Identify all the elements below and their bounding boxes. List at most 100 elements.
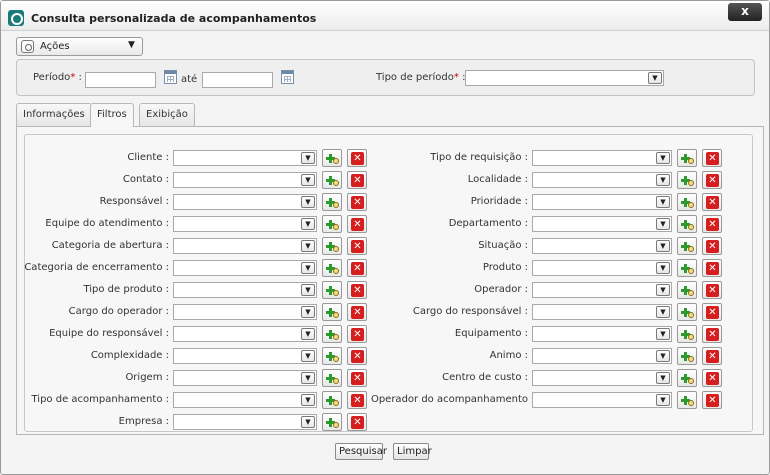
add-search-icon[interactable] [322, 369, 342, 387]
tab-exibicao[interactable]: Exibição [139, 103, 195, 126]
close-icon: ✕ [351, 350, 364, 363]
close-icon: ✕ [706, 152, 719, 165]
chevron-down-icon: ▼ [656, 262, 670, 274]
remove-x-icon[interactable]: ✕ [702, 259, 722, 277]
remove-x-icon[interactable]: ✕ [702, 237, 722, 255]
add-search-icon[interactable] [322, 215, 342, 233]
remove-x-icon[interactable]: ✕ [347, 237, 367, 255]
add-search-icon[interactable] [322, 413, 342, 431]
filter-right-0-label: Tipo de requisição : [430, 152, 528, 163]
add-search-icon[interactable] [677, 325, 697, 343]
filter-left-11-select[interactable]: ▼ [173, 392, 317, 408]
add-search-icon[interactable] [322, 149, 342, 167]
filter-left-8-select[interactable]: ▼ [173, 326, 317, 342]
add-search-icon[interactable] [677, 171, 697, 189]
add-search-icon[interactable] [677, 347, 697, 365]
chevron-down-icon: ▼ [301, 328, 315, 340]
calendar-icon[interactable] [164, 70, 177, 84]
filter-left-10-label: Origem : [125, 372, 169, 383]
add-search-icon[interactable] [677, 193, 697, 211]
add-search-icon[interactable] [322, 237, 342, 255]
actions-menu-button[interactable]: Ações ▼ [16, 37, 143, 56]
filter-left-2-select[interactable]: ▼ [173, 194, 317, 210]
remove-x-icon[interactable]: ✕ [702, 347, 722, 365]
add-search-icon[interactable] [677, 215, 697, 233]
filter-right-5-select[interactable]: ▼ [532, 260, 672, 276]
remove-x-icon[interactable]: ✕ [702, 391, 722, 409]
filter-right-1-select[interactable]: ▼ [532, 172, 672, 188]
filter-left-6-select[interactable]: ▼ [173, 282, 317, 298]
filter-left-7-select[interactable]: ▼ [173, 304, 317, 320]
add-search-icon[interactable] [322, 259, 342, 277]
magnifier-icon [688, 356, 694, 362]
filter-right-2-select[interactable]: ▼ [532, 194, 672, 210]
filter-right-4-select[interactable]: ▼ [532, 238, 672, 254]
add-search-icon[interactable] [322, 347, 342, 365]
remove-x-icon[interactable]: ✕ [347, 259, 367, 277]
close-icon: ✕ [706, 240, 719, 253]
add-search-icon[interactable] [322, 303, 342, 321]
remove-x-icon[interactable]: ✕ [347, 347, 367, 365]
tab-filtros[interactable]: Filtros [90, 103, 134, 127]
remove-x-icon[interactable]: ✕ [702, 303, 722, 321]
add-search-icon[interactable] [322, 193, 342, 211]
filter-left-2-label: Responsável : [99, 196, 169, 207]
tab-informacoes[interactable]: Informações [16, 103, 92, 126]
period-type-select[interactable]: ▼ [465, 70, 664, 86]
filter-left-9-label: Complexidade : [90, 350, 169, 361]
filter-right-6-select[interactable]: ▼ [532, 282, 672, 298]
calendar-icon[interactable] [281, 70, 294, 84]
filter-left-12-select[interactable]: ▼ [173, 414, 317, 430]
add-search-icon[interactable] [322, 325, 342, 343]
period-start-input[interactable] [85, 72, 156, 88]
clear-button[interactable]: Limpar [393, 443, 432, 460]
remove-x-icon[interactable]: ✕ [347, 413, 367, 431]
close-button[interactable]: x [728, 3, 762, 21]
add-search-icon[interactable] [322, 171, 342, 189]
filter-left-1-select[interactable]: ▼ [173, 172, 317, 188]
remove-x-icon[interactable]: ✕ [347, 171, 367, 189]
remove-x-icon[interactable]: ✕ [347, 149, 367, 167]
filter-left-3-select[interactable]: ▼ [173, 216, 317, 232]
add-search-icon[interactable] [677, 303, 697, 321]
remove-x-icon[interactable]: ✕ [702, 281, 722, 299]
remove-x-icon[interactable]: ✕ [347, 281, 367, 299]
remove-x-icon[interactable]: ✕ [347, 215, 367, 233]
add-search-icon[interactable] [677, 259, 697, 277]
remove-x-icon[interactable]: ✕ [702, 215, 722, 233]
add-search-icon[interactable] [322, 281, 342, 299]
remove-x-icon[interactable]: ✕ [347, 369, 367, 387]
add-search-icon[interactable] [677, 369, 697, 387]
add-search-icon[interactable] [677, 281, 697, 299]
filter-right-11-select[interactable]: ▼ [532, 392, 672, 408]
remove-x-icon[interactable]: ✕ [347, 303, 367, 321]
search-button[interactable]: Pesquisar [335, 443, 387, 460]
remove-x-icon[interactable]: ✕ [702, 325, 722, 343]
filter-left-9-select[interactable]: ▼ [173, 348, 317, 364]
add-search-icon[interactable] [322, 391, 342, 409]
remove-x-icon[interactable]: ✕ [347, 325, 367, 343]
filter-left-4-select[interactable]: ▼ [173, 238, 317, 254]
remove-x-icon[interactable]: ✕ [702, 149, 722, 167]
remove-x-icon[interactable]: ✕ [702, 369, 722, 387]
remove-x-icon[interactable]: ✕ [347, 391, 367, 409]
remove-x-icon[interactable]: ✕ [702, 171, 722, 189]
add-search-icon[interactable] [677, 391, 697, 409]
filter-left-0-select[interactable]: ▼ [173, 150, 317, 166]
remove-x-icon[interactable]: ✕ [702, 193, 722, 211]
magnifier-icon [688, 290, 694, 296]
filter-right-7-select[interactable]: ▼ [532, 304, 672, 320]
filter-right-10-select[interactable]: ▼ [532, 370, 672, 386]
filter-right-9-select[interactable]: ▼ [532, 348, 672, 364]
remove-x-icon[interactable]: ✕ [347, 193, 367, 211]
chevron-down-icon: ▼ [301, 196, 315, 208]
period-end-input[interactable] [202, 72, 273, 88]
chevron-down-icon: ▼ [656, 372, 670, 384]
filter-left-10-select[interactable]: ▼ [173, 370, 317, 386]
add-search-icon[interactable] [677, 237, 697, 255]
filter-right-8-select[interactable]: ▼ [532, 326, 672, 342]
filter-right-0-select[interactable]: ▼ [532, 150, 672, 166]
add-search-icon[interactable] [677, 149, 697, 167]
filter-left-5-select[interactable]: ▼ [173, 260, 317, 276]
filter-right-3-select[interactable]: ▼ [532, 216, 672, 232]
